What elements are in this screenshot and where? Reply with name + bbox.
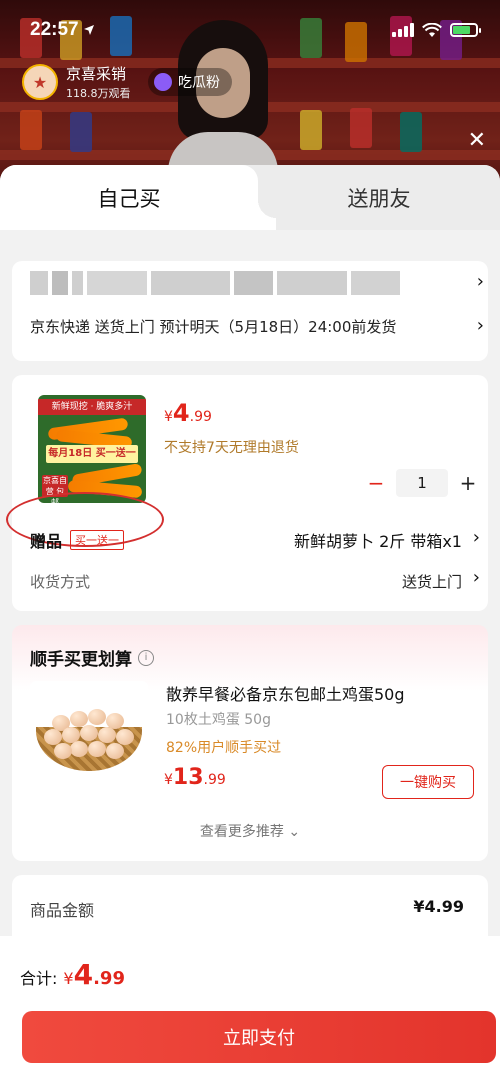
gift-item-name: 新鲜胡萝卜 2斤 带箱x1 <box>293 532 462 551</box>
shipping-label: 收货方式 <box>30 572 91 591</box>
image-promo-text: 每月18日 买一送一 <box>46 445 138 463</box>
chevron-right-icon: › <box>472 567 480 588</box>
cellular-signal-icon <box>392 23 414 37</box>
chevron-right-icon: › <box>476 315 484 336</box>
pay-now-button[interactable]: 立即支付 <box>22 1011 496 1063</box>
see-more-recommendations-link[interactable]: 查看更多推荐 ⌄ <box>12 821 488 841</box>
subtotal-value: ¥4.99 <box>413 897 464 916</box>
one-click-buy-button[interactable]: 一键购买 <box>382 765 474 799</box>
tab-send-to-friend[interactable]: 送朋友 <box>258 165 500 230</box>
image-banner-text: 新鲜现挖 · 脆爽多汁 <box>38 399 146 415</box>
fan-club-label: 吃瓜粉 <box>178 75 220 91</box>
quantity-input[interactable]: 1 <box>396 469 448 497</box>
shipping-method-row[interactable]: 收货方式 送货上门 › <box>30 567 484 595</box>
info-icon[interactable]: i <box>138 649 154 666</box>
product-card: 新鲜现挖 · 脆爽多汁 每月18日 买一送一 京喜自营 包邮 ¥4.99 不支持… <box>6 375 488 611</box>
location-arrow-icon <box>83 25 94 35</box>
recommended-item-social-proof: 82%用户顺手买过 <box>166 740 282 756</box>
recommended-item-price: ¥13.99 <box>164 765 226 790</box>
fan-club-button[interactable]: 吃瓜粉 <box>148 68 232 96</box>
increase-quantity-button[interactable]: + <box>456 469 480 497</box>
subtotal-label: 商品金额 <box>30 901 95 920</box>
streamer-avatar[interactable]: ★ <box>22 64 58 100</box>
checkout-sheet: 自己买 送朋友 › 京东快递 送货上门 预计明天（5月18日）24:00前发货 … <box>0 165 500 1065</box>
total-price: ¥4.99 <box>63 958 125 991</box>
streamer-info[interactable]: ★ 京喜采销 118.8万观看 <box>22 62 131 102</box>
chevron-right-icon: › <box>476 271 484 292</box>
egg-product-image[interactable] <box>30 681 148 799</box>
recommended-item-spec: 10枚土鸡蛋 50g <box>166 712 271 728</box>
redacted-address <box>30 271 400 295</box>
total-label: 合计: <box>20 969 58 988</box>
gift-row[interactable]: 赠品 买一送一 新鲜胡萝卜 2斤 带箱x1 › <box>30 525 484 555</box>
address-card[interactable]: › 京东快递 送货上门 预计明天（5月18日）24:00前发货 › <box>12 261 488 361</box>
viewer-count: 118.8万观看 <box>66 87 131 100</box>
battery-icon <box>450 23 481 37</box>
decrease-quantity-button[interactable]: − <box>364 469 388 497</box>
product-price: ¥4.99 <box>164 399 212 427</box>
close-icon[interactable]: ✕ <box>468 130 486 152</box>
bottom-pay-bar: 合计: ¥4.99 立即支付 <box>0 936 500 1065</box>
wifi-icon <box>422 22 442 37</box>
fan-badge-icon <box>154 73 172 91</box>
shipping-value: 送货上门 <box>401 572 462 591</box>
recommendation-title: 顺手买更划算 i <box>30 645 154 670</box>
gift-tag: 买一送一 <box>70 530 125 550</box>
status-bar: 22:57 <box>0 0 500 60</box>
recommended-item-name[interactable]: 散养早餐必备京东包邮土鸡蛋50g <box>166 681 405 705</box>
quantity-stepper: − 1 + <box>364 469 480 497</box>
gift-label: 赠品 <box>30 532 63 551</box>
status-time: 22:57 <box>30 19 95 41</box>
chevron-right-icon: › <box>472 527 480 548</box>
product-image[interactable]: 新鲜现挖 · 脆爽多汁 每月18日 买一送一 京喜自营 包邮 <box>38 395 146 503</box>
purchase-tabs: 自己买 送朋友 <box>0 165 500 230</box>
delivery-estimate: 京东快递 送货上门 预计明天（5月18日）24:00前发货 <box>30 318 397 336</box>
add-on-recommendation-card: 顺手买更划算 i 散养早餐必备京东包邮土鸡蛋50g 10枚土鸡蛋 50g 82%… <box>12 625 488 861</box>
order-total: 合计: ¥4.99 <box>20 958 125 991</box>
return-policy-note: 不支持7天无理由退货 <box>164 440 299 456</box>
streamer-name: 京喜采销 <box>66 65 127 83</box>
tab-buy-for-self[interactable]: 自己买 <box>0 165 276 230</box>
